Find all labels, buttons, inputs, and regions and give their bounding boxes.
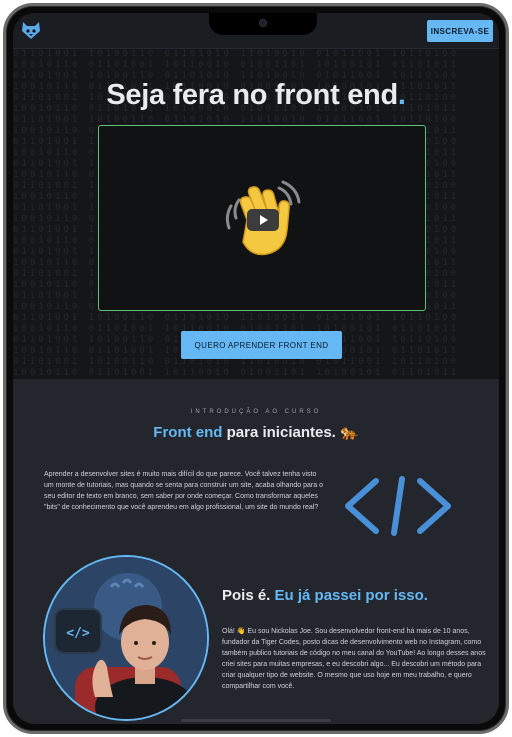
hero-title-dot: . (397, 79, 406, 111)
about-title: Pois é. Eu já passei por isso. (222, 587, 492, 604)
intro-title: Front end para iniciantes. 🐅 (13, 423, 499, 441)
section-overline: INTRODUÇÃO AO CURSO (190, 409, 322, 415)
hero-title: Seja fera no front end. (13, 79, 499, 112)
about-title-plain: Pois é. (222, 587, 275, 604)
tiger-emoji: 🐅 (340, 424, 359, 441)
learn-front-end-button[interactable]: QUERO APRENDER FRONT END (181, 331, 342, 359)
video-player[interactable] (98, 125, 426, 311)
intro-section: INTRODUÇÃO AO CURSO Front end para inici… (13, 379, 499, 724)
about-bio: Olá! 👋 Eu sou Nickolas Joe. Sou desenvol… (222, 628, 486, 690)
intro-title-rest: para iniciantes. (222, 424, 336, 441)
tablet-frame: INSCREVA-SE 01101001 10100110 01101010 1… (3, 3, 509, 734)
tiger-logo-icon[interactable] (21, 22, 41, 40)
svg-text:</>: </> (66, 626, 90, 641)
code-brackets-icon (345, 476, 451, 536)
camera-notch (209, 13, 317, 35)
play-button[interactable] (247, 209, 279, 231)
hero-title-text: Seja fera no front end (106, 79, 398, 111)
home-indicator[interactable] (181, 719, 331, 722)
play-icon (260, 215, 268, 225)
subscribe-button[interactable]: INSCREVA-SE (427, 20, 493, 42)
hero-section: 01101001 10100110 01101010 11010010 0101… (13, 49, 499, 379)
about-title-highlight: Eu já passei por isso. (274, 587, 428, 604)
camera-icon (259, 19, 267, 27)
avatar: </> (43, 555, 209, 721)
avatar-photo: </> (45, 557, 207, 719)
intro-paragraph: Aprender a desenvolver sites é muito mai… (44, 471, 323, 511)
screen: INSCREVA-SE 01101001 10100110 01101010 1… (13, 13, 499, 724)
intro-title-highlight: Front end (153, 424, 223, 441)
